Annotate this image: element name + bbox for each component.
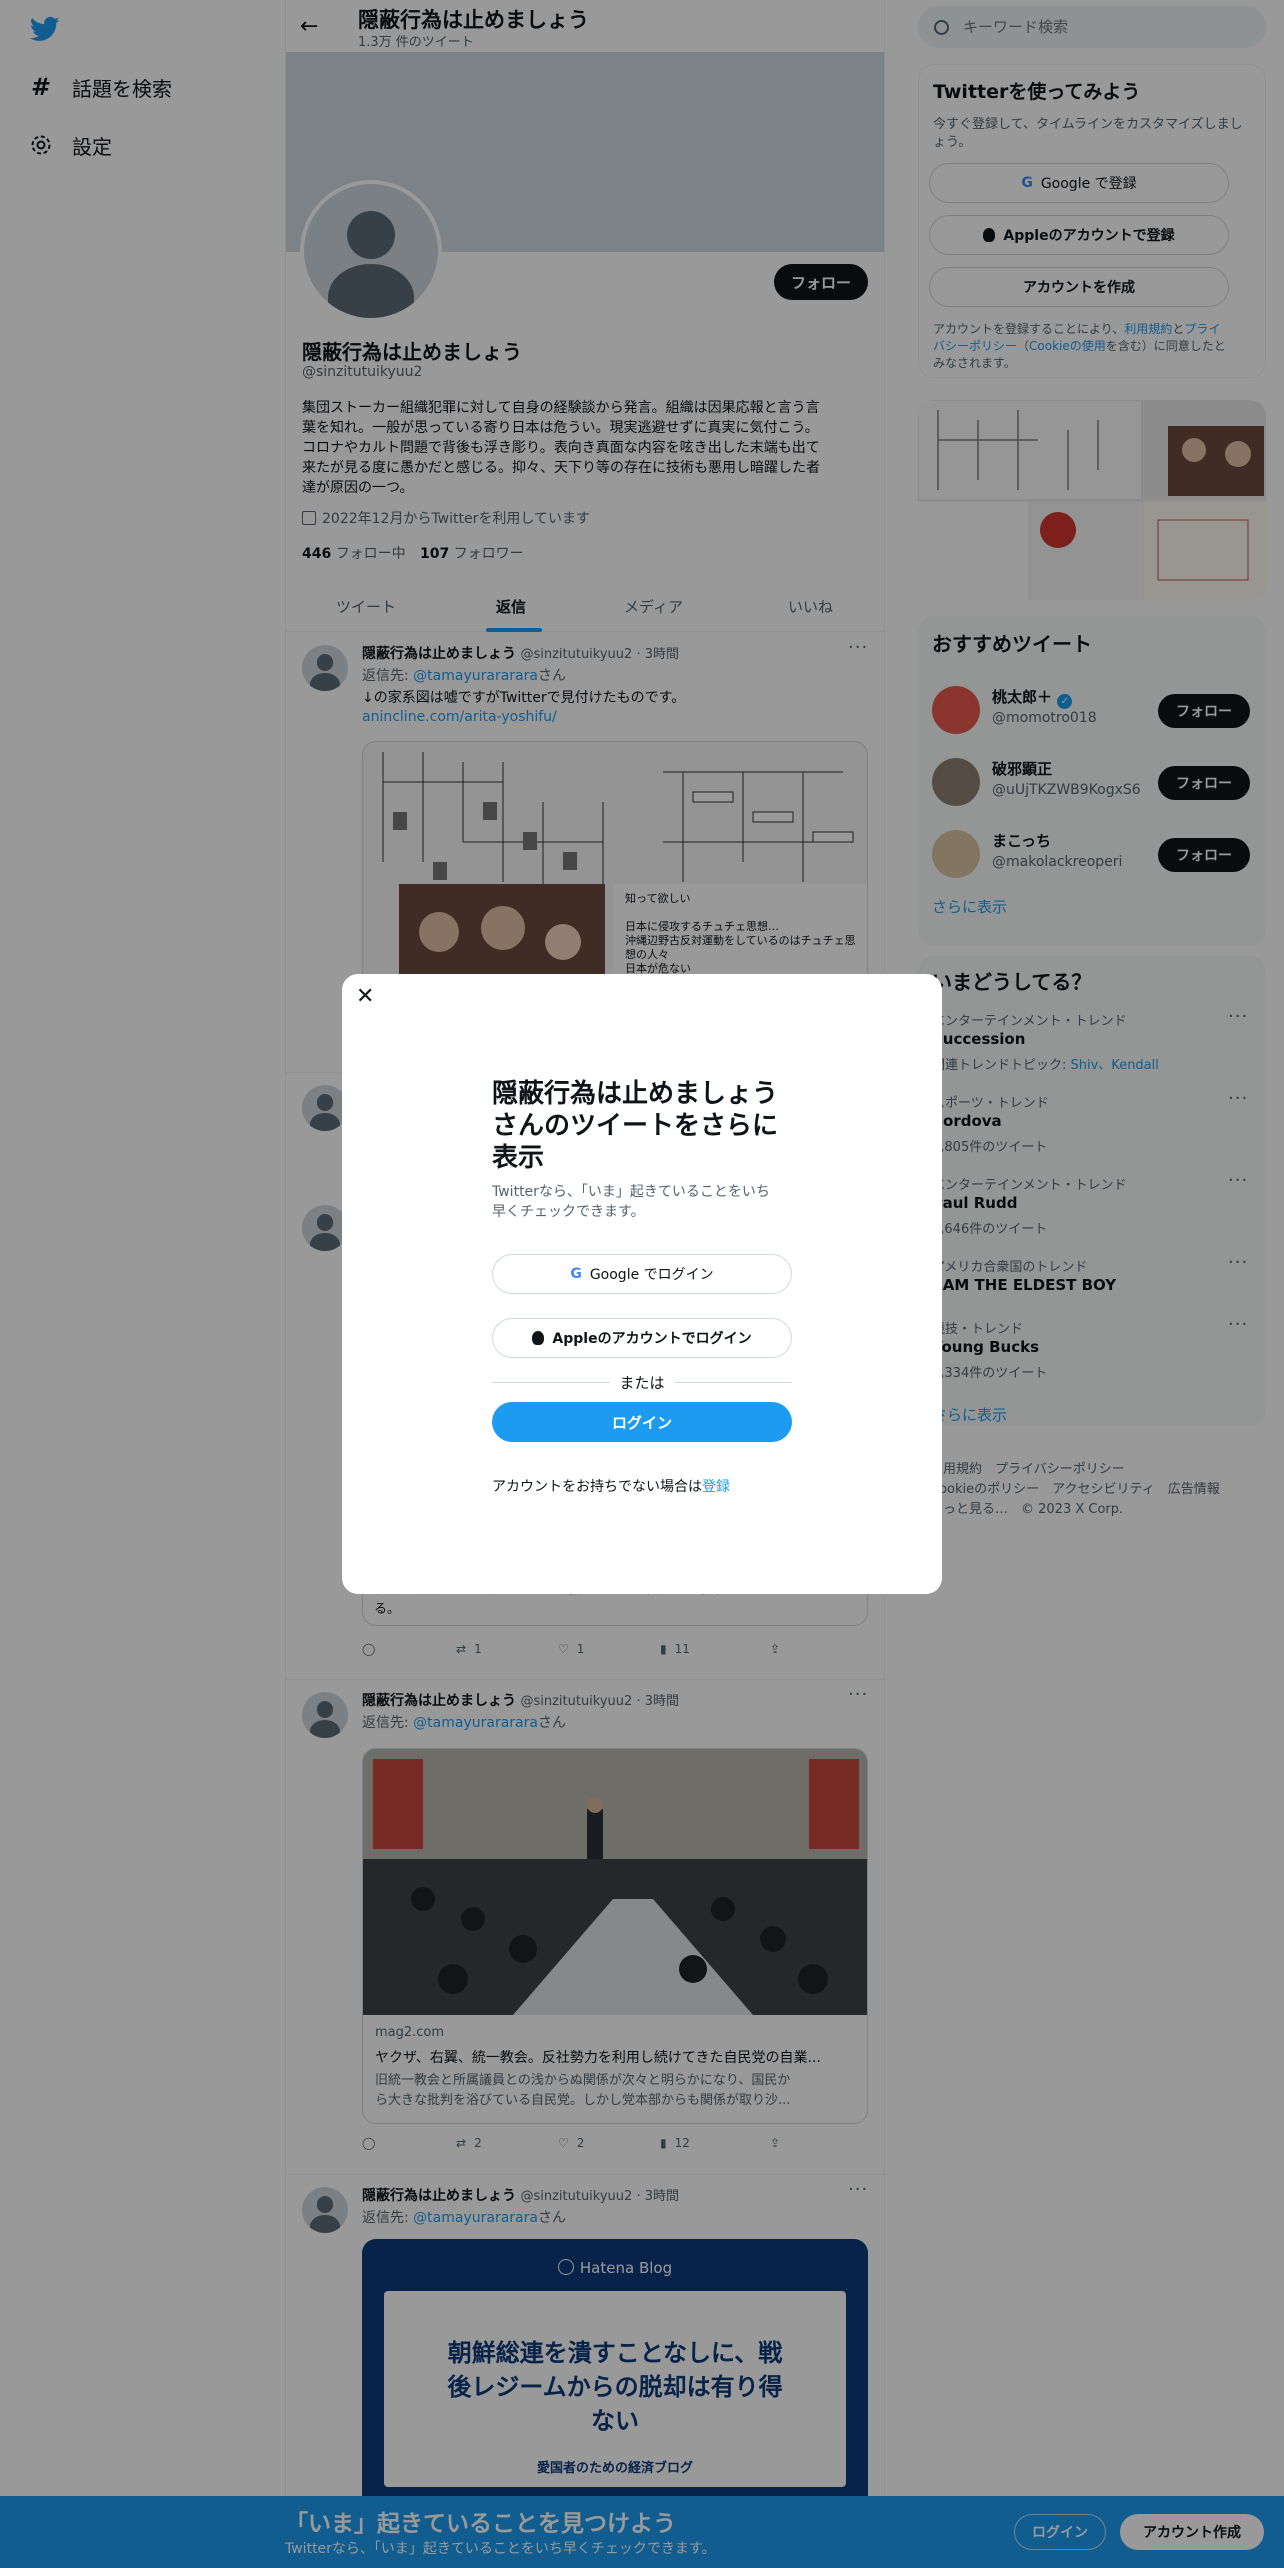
signup-prompt-text: アカウントをお持ちでない場合は xyxy=(492,1479,702,1495)
bottom-signup-button[interactable]: アカウント作成 xyxy=(1120,2514,1264,2550)
apple-login-label: Appleのアカウントでログイン xyxy=(552,1331,752,1347)
signup-link[interactable]: 登録 xyxy=(702,1479,730,1495)
bottom-bar-headline: 「いま」起きていることを見つけよう xyxy=(285,2511,676,2537)
google-login-button[interactable]: G Google でログイン xyxy=(492,1254,792,1294)
modal-title: 隠蔽行為は止めましょう さんのツイートをさらに 表示 xyxy=(492,1078,778,1174)
modal-subtitle: Twitterなら、「いま」起きていることをいち 早くチェックできます。 xyxy=(492,1182,770,1222)
modal-subtitle-line: 早くチェックできます。 xyxy=(492,1204,645,1220)
signup-prompt: アカウントをお持ちでない場合は登録 xyxy=(492,1476,730,1496)
bottom-bar-subtext: Twitterなら、「いま」起きていることをいち早くチェックできます。 xyxy=(285,2541,716,2557)
bottom-login-button[interactable]: ログイン xyxy=(1014,2514,1106,2550)
modal-title-line: さんのツイートをさらに xyxy=(492,1111,779,1141)
google-icon: G xyxy=(570,1266,582,1282)
bottom-signup-bar: 「いま」起きていることを見つけよう Twitterなら、「いま」起きていることを… xyxy=(0,2496,1284,2568)
login-button[interactable]: ログイン xyxy=(492,1402,792,1442)
modal-title-line: 隠蔽行為は止めましょう xyxy=(492,1079,779,1109)
login-modal: ✕ 隠蔽行為は止めましょう さんのツイートをさらに 表示 Twitterなら、「… xyxy=(342,974,942,1594)
modal-subtitle-line: Twitterなら、「いま」起きていることをいち xyxy=(492,1184,770,1200)
or-label: または xyxy=(619,1373,665,1392)
close-icon[interactable]: ✕ xyxy=(356,984,374,1009)
apple-login-button[interactable]: Appleのアカウントでログイン xyxy=(492,1318,792,1358)
or-divider: または xyxy=(492,1370,793,1394)
modal-title-line: 表示 xyxy=(492,1143,545,1173)
google-login-label: Google でログイン xyxy=(589,1267,714,1283)
apple-icon xyxy=(532,1331,545,1345)
